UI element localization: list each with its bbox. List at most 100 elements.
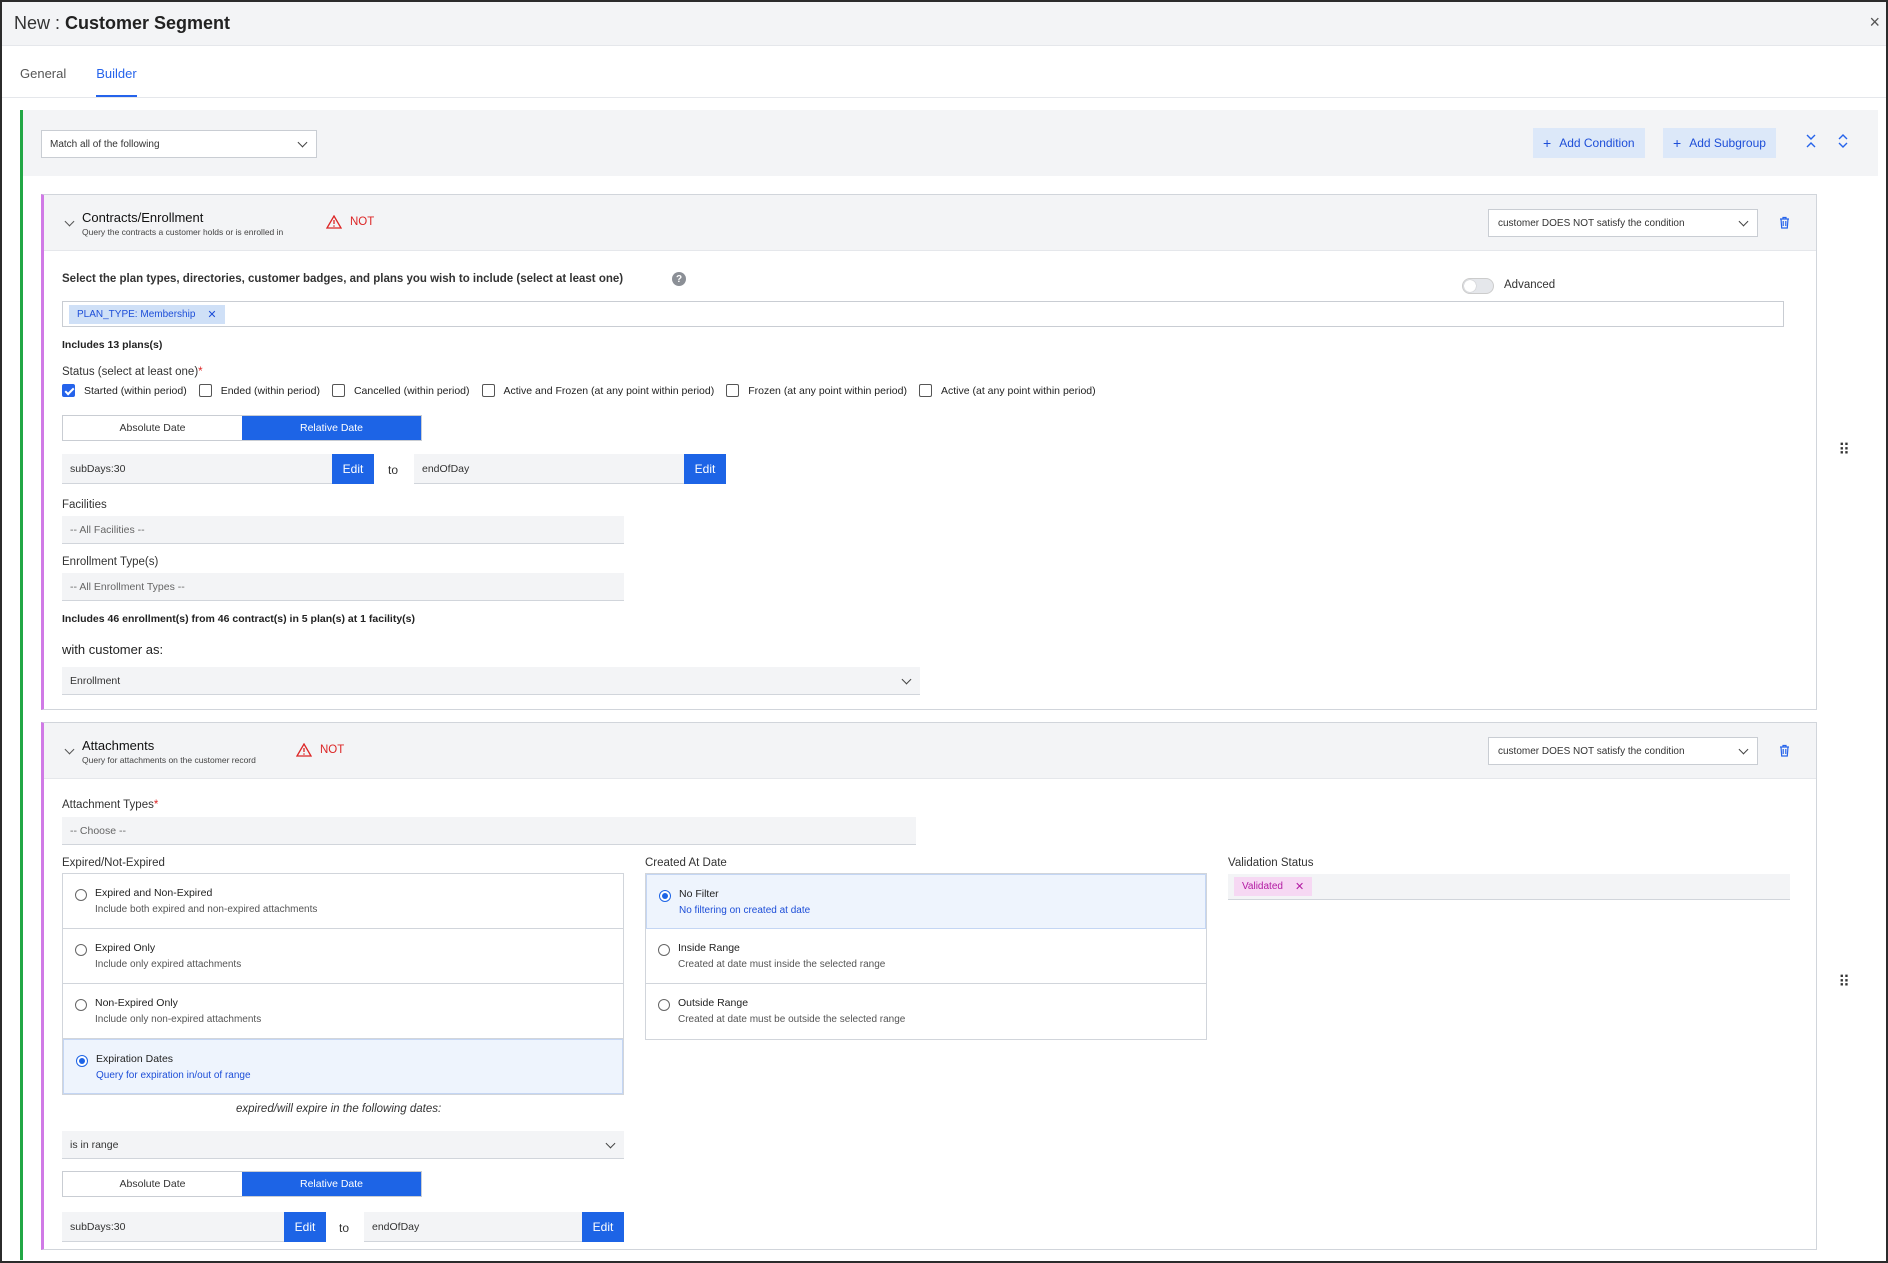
status-frozen[interactable]: Frozen (at any point within period) [726, 384, 907, 397]
tab-general[interactable]: General [20, 66, 66, 97]
facilities-select[interactable]: -- All Facilities -- [62, 516, 624, 544]
drag-handle-icon[interactable]: ⠿ [1838, 972, 1850, 992]
add-condition-button[interactable]: + Add Condition [1533, 128, 1645, 158]
expired-option-expired-only[interactable]: Expired Only Include only expired attach… [63, 929, 623, 984]
edit-from-button[interactable]: Edit [284, 1212, 326, 1242]
drag-handle-icon[interactable]: ⠿ [1838, 440, 1850, 460]
radio-button[interactable] [658, 999, 670, 1011]
status-cancelled-label: Cancelled (within period) [353, 384, 470, 397]
status-started-label: Started (within period) [84, 384, 187, 397]
trash-icon[interactable] [1779, 216, 1790, 232]
status-ended-label: Ended (within period) [220, 384, 320, 397]
chevron-down-icon [605, 1138, 616, 1149]
not-indicator: NOT [296, 743, 344, 757]
option-title: Outside Range [678, 997, 749, 1009]
checkbox-checked[interactable] [62, 384, 75, 397]
match-select[interactable]: Match all of the following [41, 130, 317, 158]
plan-types-input[interactable]: PLAN_TYPE: Membership ✕ [62, 301, 1784, 327]
plus-icon: + [1673, 135, 1682, 151]
option-desc: Created at date must be outside the sele… [678, 1014, 906, 1025]
from-date-input[interactable]: subDays:30 [62, 454, 332, 484]
radio-button[interactable] [658, 944, 670, 956]
checkbox[interactable] [481, 384, 495, 397]
checkbox[interactable] [726, 384, 740, 397]
remove-chip-icon[interactable]: ✕ [207, 308, 216, 321]
not-indicator: NOT [326, 215, 374, 229]
created-radio-group: No Filter No filtering on created at dat… [645, 873, 1207, 1040]
expand-all-icon[interactable] [1837, 134, 1849, 151]
help-icon[interactable]: ? [672, 272, 686, 286]
radio-button[interactable] [75, 944, 87, 956]
radio-button-selected[interactable] [76, 1055, 88, 1067]
collapse-all-icon[interactable] [1805, 134, 1817, 151]
relative-date-tab[interactable]: Relative Date [242, 1172, 421, 1196]
status-active-label: Active (at any point within period) [940, 384, 1096, 397]
trash-icon[interactable] [1779, 744, 1790, 760]
range-select[interactable]: is in range [62, 1131, 624, 1159]
option-desc: Include both expired and non-expired att… [95, 904, 318, 915]
status-frozen-label: Frozen (at any point within period) [748, 384, 907, 397]
customer-as-label: with customer as: [62, 642, 164, 657]
modal-window: New : Customer Segment × General Builder… [0, 0, 1888, 1263]
radio-button-selected[interactable] [659, 890, 671, 902]
close-icon[interactable]: × [1869, 12, 1880, 33]
contracts-title: Contracts/Enrollment [82, 210, 204, 225]
relative-date-tab[interactable]: Relative Date [242, 416, 421, 440]
status-label: Status (select at least one)* [62, 366, 203, 378]
checkbox[interactable] [331, 384, 345, 397]
to-date-input[interactable]: endOfDay [364, 1212, 582, 1242]
absolute-date-tab[interactable]: Absolute Date [63, 1172, 242, 1196]
facilities-label: Facilities [62, 499, 107, 511]
created-option-outside-range[interactable]: Outside Range Created at date must be ou… [646, 984, 1206, 1039]
created-at-label: Created At Date [645, 857, 727, 869]
expire-caption: expired/will expire in the following dat… [236, 1103, 442, 1115]
chevron-down-icon[interactable] [64, 216, 75, 227]
advanced-toggle[interactable] [1462, 278, 1494, 294]
radio-button[interactable] [75, 999, 87, 1011]
option-title: Expired and Non-Expired [95, 887, 213, 899]
edit-to-button[interactable]: Edit [582, 1212, 624, 1242]
tab-builder[interactable]: Builder [96, 66, 137, 97]
contracts-subtitle: Query the contracts a customer holds or … [82, 227, 284, 237]
status-started[interactable]: Started (within period) [62, 384, 187, 397]
checkbox[interactable] [918, 384, 932, 397]
validated-chip-label: Validated [1242, 881, 1283, 892]
remove-chip-icon[interactable]: ✕ [1295, 880, 1304, 893]
option-desc: Include only expired attachments [95, 959, 242, 970]
from-date-input[interactable]: subDays:30 [62, 1212, 284, 1242]
option-desc: Query for expiration in/out of range [96, 1070, 251, 1081]
status-active-frozen[interactable]: Active and Frozen (at any point within p… [481, 384, 714, 397]
contracts-enrollment-condition: Contracts/Enrollment Query the contracts… [41, 194, 1817, 710]
expired-option-both[interactable]: Expired and Non-Expired Include both exp… [63, 874, 623, 929]
expired-option-expiration-dates[interactable]: Expiration Dates Query for expiration in… [63, 1039, 623, 1094]
status-active[interactable]: Active (at any point within period) [918, 384, 1096, 397]
validation-status-input[interactable]: Validated ✕ [1228, 874, 1790, 900]
condition-select[interactable]: customer DOES NOT satisfy the condition [1488, 209, 1758, 237]
add-subgroup-button[interactable]: + Add Subgroup [1663, 128, 1776, 158]
chevron-down-icon [901, 674, 912, 685]
option-title: Inside Range [678, 942, 740, 954]
status-label-text: Status (select at least one) [62, 366, 199, 378]
option-title: No Filter [679, 888, 719, 900]
plans-count: Includes 13 plans(s) [62, 339, 163, 351]
status-ended[interactable]: Ended (within period) [198, 384, 320, 397]
checkbox[interactable] [198, 384, 212, 397]
chevron-down-icon [297, 137, 308, 148]
date-mode-toggle: Absolute Date Relative Date [62, 1171, 422, 1197]
condition-select[interactable]: customer DOES NOT satisfy the condition [1488, 737, 1758, 765]
edit-from-button[interactable]: Edit [332, 454, 374, 484]
attachments-subtitle: Query for attachments on the customer re… [82, 755, 256, 765]
status-cancelled[interactable]: Cancelled (within period) [331, 384, 470, 397]
absolute-date-tab[interactable]: Absolute Date [63, 416, 242, 440]
chevron-down-icon[interactable] [64, 744, 75, 755]
to-date-input[interactable]: endOfDay [414, 454, 684, 484]
edit-to-button[interactable]: Edit [684, 454, 726, 484]
enrollment-types-select[interactable]: -- All Enrollment Types -- [62, 573, 624, 601]
customer-as-select[interactable]: Enrollment [62, 667, 920, 695]
created-option-no-filter[interactable]: No Filter No filtering on created at dat… [646, 874, 1206, 929]
radio-button[interactable] [75, 889, 87, 901]
attachment-types-select[interactable]: -- Choose -- [62, 817, 916, 845]
expired-option-non-expired[interactable]: Non-Expired Only Include only non-expire… [63, 984, 623, 1039]
created-option-inside-range[interactable]: Inside Range Created at date must inside… [646, 929, 1206, 984]
condition-select-value: customer DOES NOT satisfy the condition [1498, 745, 1685, 757]
